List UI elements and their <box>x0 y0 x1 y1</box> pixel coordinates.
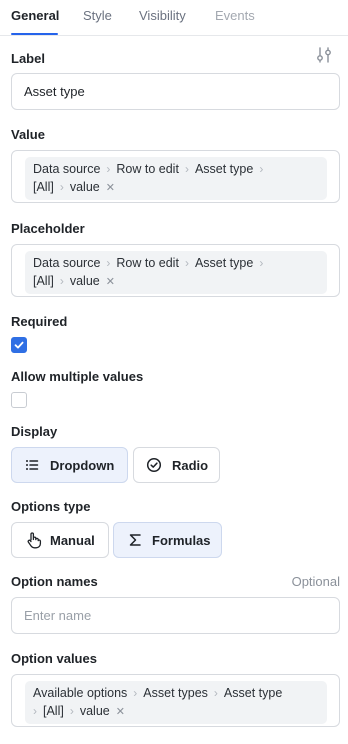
close-icon[interactable]: ✕ <box>116 706 125 718</box>
tab-general[interactable]: General <box>11 8 59 23</box>
crumb: [All] <box>43 704 64 718</box>
label-field-title: Label <box>11 51 45 66</box>
crumb: Data source <box>33 256 101 270</box>
dropdown-label: Dropdown <box>50 458 115 473</box>
crumb: Asset type <box>194 256 254 270</box>
pointer-hand-icon <box>27 532 42 549</box>
sliders-icon[interactable] <box>315 46 333 64</box>
crumb: Available options <box>33 686 128 700</box>
chevron-right-icon: › <box>33 704 37 718</box>
value-expression-field[interactable]: Data source › Row to edit › Asset type › [All… <box>11 150 340 203</box>
crumb: value <box>69 274 100 288</box>
tab-style[interactable]: Style <box>83 8 112 23</box>
check-circle-icon <box>146 457 162 473</box>
chevron-right-icon: › <box>184 256 189 270</box>
chevron-right-icon: › <box>106 256 111 270</box>
placeholder-field-title: Placeholder <box>11 221 85 236</box>
value-field-title: Value <box>11 127 45 142</box>
placeholder-expression-field[interactable]: Data source › Row to edit › Asset type › [All… <box>11 244 340 297</box>
chevron-right-icon: › <box>184 162 189 176</box>
crumb: Asset type <box>223 686 283 700</box>
chevron-right-icon: › <box>259 162 264 176</box>
manual-label: Manual <box>50 533 95 548</box>
required-title: Required <box>11 314 68 329</box>
formulas-label: Formulas <box>152 533 211 548</box>
label-input[interactable]: Asset type <box>11 73 340 110</box>
crumb: [All] <box>33 274 54 288</box>
chevron-right-icon: › <box>133 686 138 700</box>
required-checkbox[interactable] <box>11 337 27 353</box>
display-dropdown-button[interactable]: Dropdown <box>11 447 128 483</box>
option-names-placeholder: Enter name <box>24 608 92 623</box>
crumb: value <box>69 180 100 194</box>
options-type-title: Options type <box>11 499 91 514</box>
tab-bar: General Style Visibility Events <box>0 0 348 36</box>
optional-hint: Optional <box>291 574 340 589</box>
sigma-icon <box>129 534 141 546</box>
close-icon[interactable]: ✕ <box>106 276 115 288</box>
chevron-right-icon: › <box>213 686 218 700</box>
display-title: Display <box>11 424 58 439</box>
chevron-right-icon: › <box>106 162 111 176</box>
placeholder-expression-token[interactable]: Data source › Row to edit › Asset type › [All… <box>25 251 327 294</box>
crumb: Row to edit <box>116 162 179 176</box>
chevron-right-icon: › <box>69 704 74 718</box>
crumb: value <box>79 704 110 718</box>
tab-visibility[interactable]: Visibility <box>139 8 186 23</box>
chevron-right-icon: › <box>259 256 264 270</box>
allow-multiple-title: Allow multiple values <box>11 369 144 384</box>
crumb: Data source <box>33 162 101 176</box>
checkmark-icon <box>14 341 24 349</box>
option-values-title: Option values <box>11 651 97 666</box>
options-formulas-button[interactable]: Formulas <box>113 522 222 558</box>
allow-multiple-checkbox[interactable] <box>11 392 27 408</box>
close-icon[interactable]: ✕ <box>106 182 115 194</box>
option-names-input[interactable]: Enter name <box>11 597 340 634</box>
crumb: Asset types <box>143 686 208 700</box>
crumb: Row to edit <box>116 256 179 270</box>
chevron-right-icon: › <box>59 180 64 194</box>
chevron-right-icon: › <box>59 274 64 288</box>
option-values-expression-token[interactable]: Available options › Asset types › Asset type… <box>25 681 327 724</box>
list-icon <box>26 460 39 470</box>
crumb: Asset type <box>194 162 254 176</box>
tab-events[interactable]: Events <box>215 8 255 23</box>
active-tab-indicator <box>11 33 58 35</box>
display-radio-button[interactable]: Radio <box>133 447 220 483</box>
label-input-value: Asset type <box>24 84 85 99</box>
option-values-expression-field[interactable]: Available options › Asset types › Asset type… <box>11 674 340 727</box>
crumb: [All] <box>33 180 54 194</box>
radio-label: Radio <box>172 458 209 473</box>
options-manual-button[interactable]: Manual <box>11 522 109 558</box>
option-names-title: Option names <box>11 574 98 589</box>
value-expression-token[interactable]: Data source › Row to edit › Asset type › [All… <box>25 157 327 200</box>
